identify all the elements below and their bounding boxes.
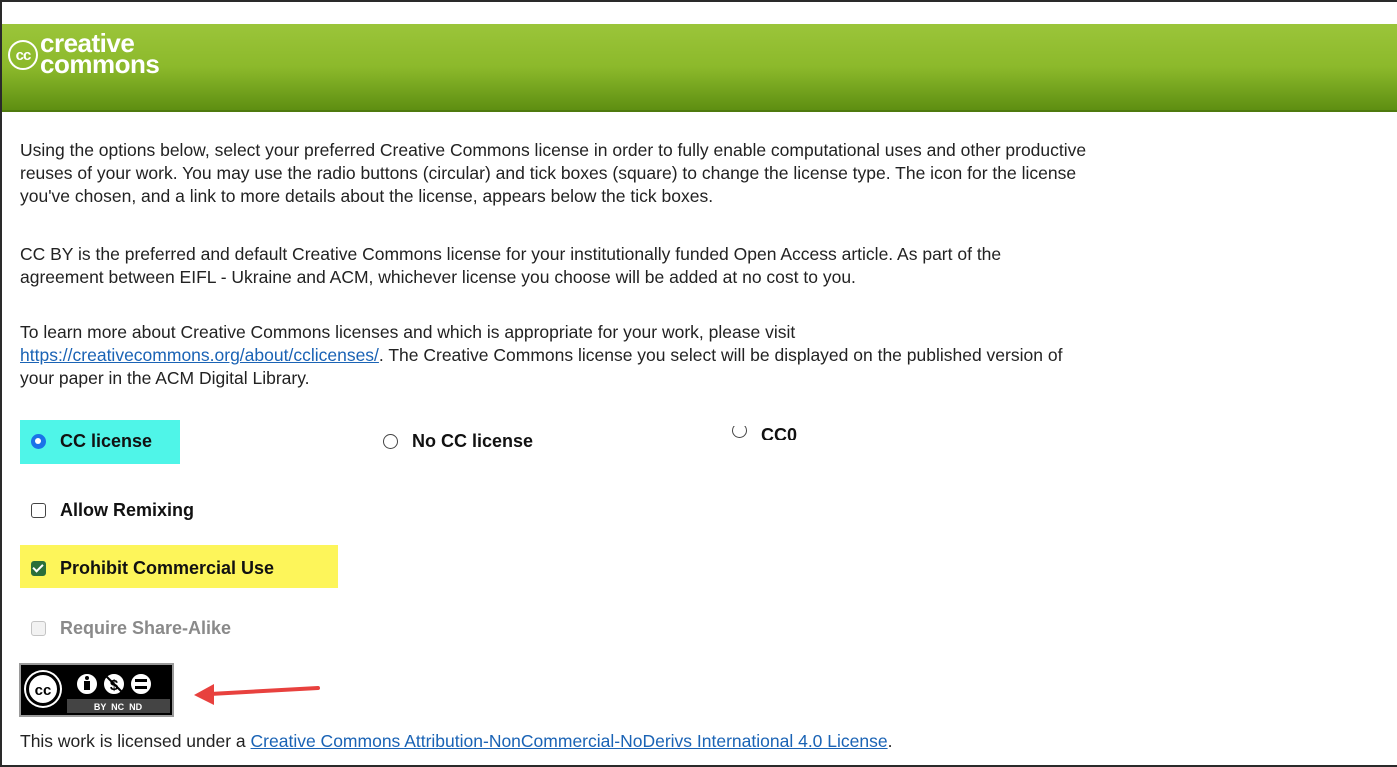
checkbox-box-require-share-alike: [31, 621, 46, 636]
radio-label-cc-license: CC license: [60, 431, 153, 451]
checkbox-box-allow-remixing[interactable]: [31, 503, 46, 518]
intro-paragraph-1: Using the options below, select your pre…: [20, 140, 1087, 206]
paragraph-3-text: To learn more about Creative Commons lic…: [20, 322, 796, 342]
svg-text:cc: cc: [35, 682, 52, 699]
radio-button-cc0[interactable]: [732, 426, 747, 438]
checkbox-prohibit-commercial-use[interactable]: Prohibit Commercial Use: [31, 558, 274, 579]
cc-licenses-link[interactable]: https://creativecommons.org/about/cclice…: [20, 345, 379, 365]
radio-cc0[interactable]: CC0: [732, 426, 797, 440]
creative-commons-logo: cc creative commons: [8, 29, 160, 81]
badge-graphic: cc $ BY NC ND: [21, 665, 172, 715]
checkbox-label-prohibit-commercial-use: Prohibit Commercial Use: [60, 558, 275, 578]
license-statement-suffix: .: [887, 731, 893, 751]
cc-logo-icon: cc: [8, 40, 38, 70]
radio-button-no-cc-license[interactable]: [383, 434, 398, 449]
radio-label-no-cc-license: No CC license: [412, 431, 534, 451]
cc-icon: cc: [24, 670, 62, 708]
cc-header: [2, 24, 1397, 112]
checkbox-box-prohibit-commercial-use[interactable]: [31, 561, 46, 576]
checkbox-require-share-alike: Require Share-Alike: [31, 618, 231, 639]
radio-cc-license[interactable]: CC license: [31, 431, 152, 452]
radio-no-cc-license[interactable]: No CC license: [383, 431, 533, 452]
license-statement: This work is licensed under a Creative C…: [20, 730, 1390, 753]
nc-icon: $: [102, 672, 126, 696]
license-statement-prefix: This work is licensed under a: [20, 731, 251, 751]
license-deed-link[interactable]: Creative Commons Attribution-NonCommerci…: [251, 731, 888, 751]
checkbox-allow-remixing[interactable]: Allow Remixing: [31, 500, 194, 521]
intro-paragraph-2: CC BY is the preferred and default Creat…: [20, 244, 1002, 287]
cc-by-nc-nd-badge[interactable]: cc $ BY NC ND: [19, 663, 174, 717]
radio-label-cc0: CC0: [761, 426, 798, 440]
intro-paragraph-3: To learn more about Creative Commons lic…: [20, 321, 1390, 390]
checkbox-label-require-share-alike: Require Share-Alike: [60, 618, 232, 638]
annotation-arrow: [194, 684, 320, 705]
checkbox-label-allow-remixing: Allow Remixing: [60, 500, 195, 520]
radio-button-cc-license[interactable]: [31, 434, 46, 449]
logo-line-2: commons: [40, 49, 160, 79]
badge-caption: BY NC ND: [94, 702, 143, 712]
by-icon: [75, 672, 99, 696]
nd-icon: [129, 672, 153, 696]
